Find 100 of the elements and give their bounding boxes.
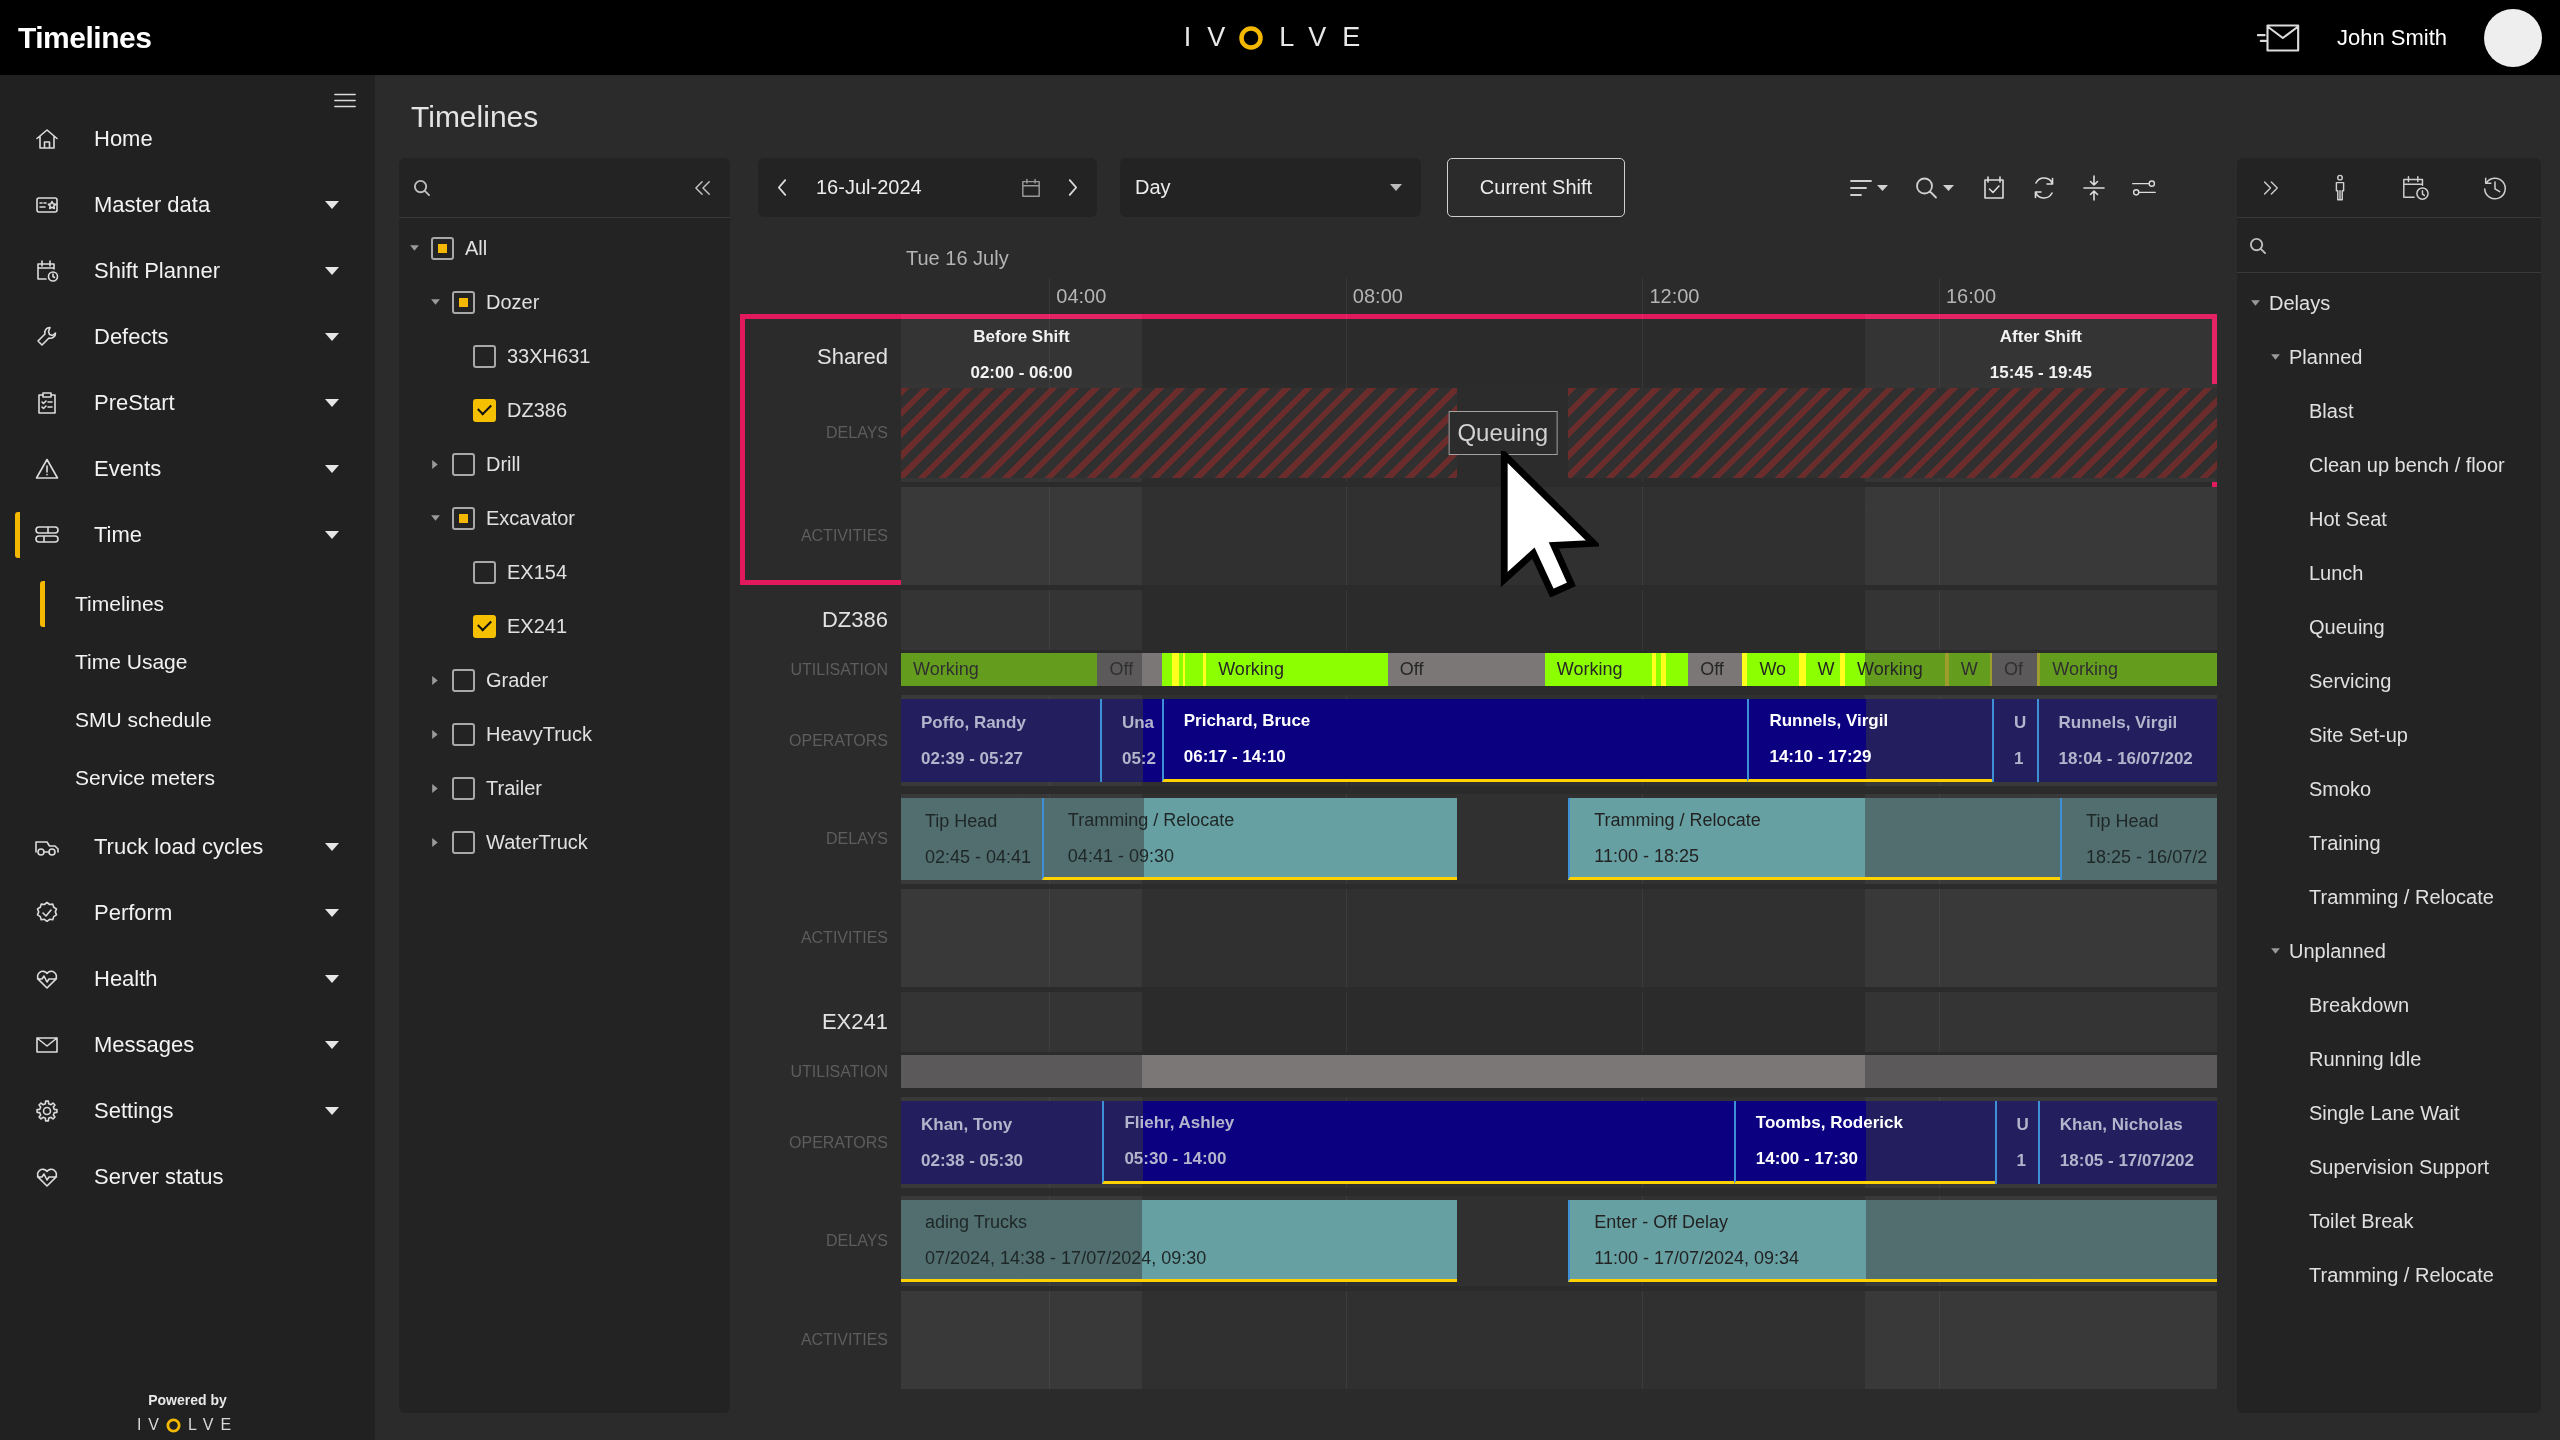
nav-item[interactable]: Shift Planner xyxy=(15,248,345,294)
checkbox[interactable] xyxy=(473,560,496,584)
chevron-right-icon[interactable] xyxy=(1067,178,1078,197)
nav-subitem[interactable]: Timelines xyxy=(40,581,320,627)
caret-right-icon[interactable] xyxy=(429,728,441,740)
tree-item[interactable]: HeavyTruck xyxy=(399,707,730,761)
current-shift-button[interactable]: Current Shift xyxy=(1447,158,1625,217)
tree-item[interactable]: WaterTruck xyxy=(399,815,730,869)
checkbox[interactable] xyxy=(452,776,475,800)
nav-item[interactable]: Truck load cycles xyxy=(15,824,345,870)
checkbox[interactable] xyxy=(431,236,454,260)
operator-bar[interactable]: Fliehr, Ashley 05:30 - 14:00 xyxy=(1102,1101,1734,1184)
legend-item[interactable]: Blast xyxy=(2237,384,2541,438)
checkbox[interactable] xyxy=(452,830,475,854)
tree-item[interactable]: DZ386 xyxy=(399,383,730,437)
envelope-icon[interactable] xyxy=(2255,22,2302,53)
operator-bar[interactable]: U 1 xyxy=(1992,699,2037,782)
caret-down-icon[interactable] xyxy=(429,296,441,308)
legend-item[interactable]: Breakdown xyxy=(2237,978,2541,1032)
operator-bar[interactable]: Poffo, Randy 02:39 - 05:27 xyxy=(901,699,1100,782)
tree-item[interactable]: Trailer xyxy=(399,761,730,815)
caret-right-icon[interactable] xyxy=(429,782,441,794)
checkbox[interactable] xyxy=(473,614,496,638)
double-chevron-left-icon[interactable] xyxy=(694,179,712,196)
caret-down-icon[interactable] xyxy=(2249,297,2261,309)
collapse-vertical-icon[interactable] xyxy=(2081,174,2107,201)
caret-right-icon[interactable] xyxy=(429,674,441,686)
legend-item[interactable]: Smoko xyxy=(2237,762,2541,816)
legend-item[interactable]: Planned xyxy=(2237,330,2541,384)
operator-bar[interactable]: Prichard, Bruce 06:17 - 14:10 xyxy=(1161,699,1748,782)
checkbox[interactable] xyxy=(452,290,475,314)
checkbox[interactable] xyxy=(452,668,475,692)
menu-icon[interactable] xyxy=(334,93,356,108)
chevron-left-icon[interactable] xyxy=(777,178,788,197)
legend-item[interactable]: Tramming / Relocate xyxy=(2237,1248,2541,1302)
tree-item[interactable]: All xyxy=(399,221,730,275)
operator-bar[interactable]: Runnels, Virgil 18:04 - 16/07/202 xyxy=(2036,699,2217,782)
nav-item[interactable]: Messages xyxy=(15,1022,345,1068)
nav-item[interactable]: PreStart xyxy=(15,380,345,426)
legend-item[interactable]: Unplanned xyxy=(2237,924,2541,978)
operator-bar[interactable]: Runnels, Virgil 14:10 - 17:29 xyxy=(1747,699,1993,782)
legend-item[interactable]: Single Lane Wait xyxy=(2237,1086,2541,1140)
caret-right-icon[interactable] xyxy=(429,458,441,470)
legend-item[interactable]: Supervision Support xyxy=(2237,1140,2541,1194)
nav-subitem[interactable]: SMU schedule xyxy=(40,697,320,743)
double-chevron-right-icon[interactable] xyxy=(2262,179,2279,196)
legend-item[interactable]: Toilet Break xyxy=(2237,1194,2541,1248)
nav-subitem[interactable]: Service meters xyxy=(40,755,320,801)
caret-down-icon[interactable] xyxy=(2269,945,2281,957)
nav-item[interactable]: Settings xyxy=(15,1088,345,1134)
legend-item[interactable]: Site Set-up xyxy=(2237,708,2541,762)
checkbox[interactable] xyxy=(452,452,475,476)
calendar-clock-icon[interactable] xyxy=(2401,173,2429,202)
legend-item[interactable]: Servicing xyxy=(2237,654,2541,708)
nav-item[interactable]: Defects xyxy=(15,314,345,360)
delay-bar[interactable]: Tramming / Relocate 04:41 - 09:30 xyxy=(1041,798,1458,880)
user-avatar[interactable] xyxy=(2484,8,2542,67)
operator-bar[interactable]: U 1 xyxy=(1994,1101,2038,1184)
delay-bar[interactable]: Tramming / Relocate 11:00 - 18:25 xyxy=(1568,798,2061,880)
caret-down-icon[interactable] xyxy=(429,512,441,524)
calendar-icon[interactable] xyxy=(1021,177,1041,198)
legend-item[interactable]: Tramming / Relocate xyxy=(2237,870,2541,924)
legend-item[interactable]: Clean up bench / floor xyxy=(2237,438,2541,492)
nav-item[interactable]: Time xyxy=(15,512,345,558)
tree-item[interactable]: EX241 xyxy=(399,599,730,653)
nav-item[interactable]: Master data xyxy=(15,182,345,228)
operator-bar[interactable]: Khan, Nicholas 18:05 - 17/07/202 xyxy=(2037,1101,2217,1184)
tree-item[interactable]: EX154 xyxy=(399,545,730,599)
view-select[interactable]: Day xyxy=(1120,158,1421,217)
tree-item[interactable]: Drill xyxy=(399,437,730,491)
tree-item[interactable]: Grader xyxy=(399,653,730,707)
date-picker[interactable]: 16-Jul-2024 xyxy=(758,158,1097,217)
search-dropdown-icon[interactable] xyxy=(1915,175,1957,200)
checkbox[interactable] xyxy=(452,722,475,746)
caret-down-icon[interactable] xyxy=(2269,351,2281,363)
legend-item[interactable]: Hot Seat xyxy=(2237,492,2541,546)
nav-item[interactable]: Health xyxy=(15,956,345,1002)
nav-subitem[interactable]: Time Usage xyxy=(40,639,320,685)
tree-item[interactable]: 33XH631 xyxy=(399,329,730,383)
nav-item[interactable]: Perform xyxy=(15,890,345,936)
user-name[interactable]: John Smith xyxy=(2336,24,2447,51)
caret-right-icon[interactable] xyxy=(429,836,441,848)
operator-bar[interactable]: Una 05:2 xyxy=(1099,699,1162,782)
legend-item[interactable]: Lunch xyxy=(2237,546,2541,600)
legend-item[interactable]: Queuing xyxy=(2237,600,2541,654)
legend-item[interactable]: Training xyxy=(2237,816,2541,870)
checkbox[interactable] xyxy=(473,344,496,368)
legend-item[interactable]: Delays xyxy=(2237,276,2541,330)
operator-bar[interactable]: Khan, Tony 02:38 - 05:30 xyxy=(901,1101,1103,1184)
nav-item[interactable]: Server status xyxy=(15,1154,345,1200)
legend-item[interactable]: Running Idle xyxy=(2237,1032,2541,1086)
caret-down-icon[interactable] xyxy=(408,242,420,254)
nav-item[interactable]: Home xyxy=(15,116,345,162)
operator-bar[interactable]: Toombs, Roderick 14:00 - 17:30 xyxy=(1733,1101,1995,1184)
tree-item[interactable]: Excavator xyxy=(399,491,730,545)
checkbox[interactable] xyxy=(473,398,496,422)
delay-bar[interactable]: Enter - Off Delay 11:00 - 17/07/2024, 09:34 xyxy=(1568,1200,2217,1282)
calendar-check-icon[interactable] xyxy=(1981,174,2007,201)
nav-item[interactable]: Events xyxy=(15,446,345,492)
checkbox[interactable] xyxy=(452,506,475,530)
